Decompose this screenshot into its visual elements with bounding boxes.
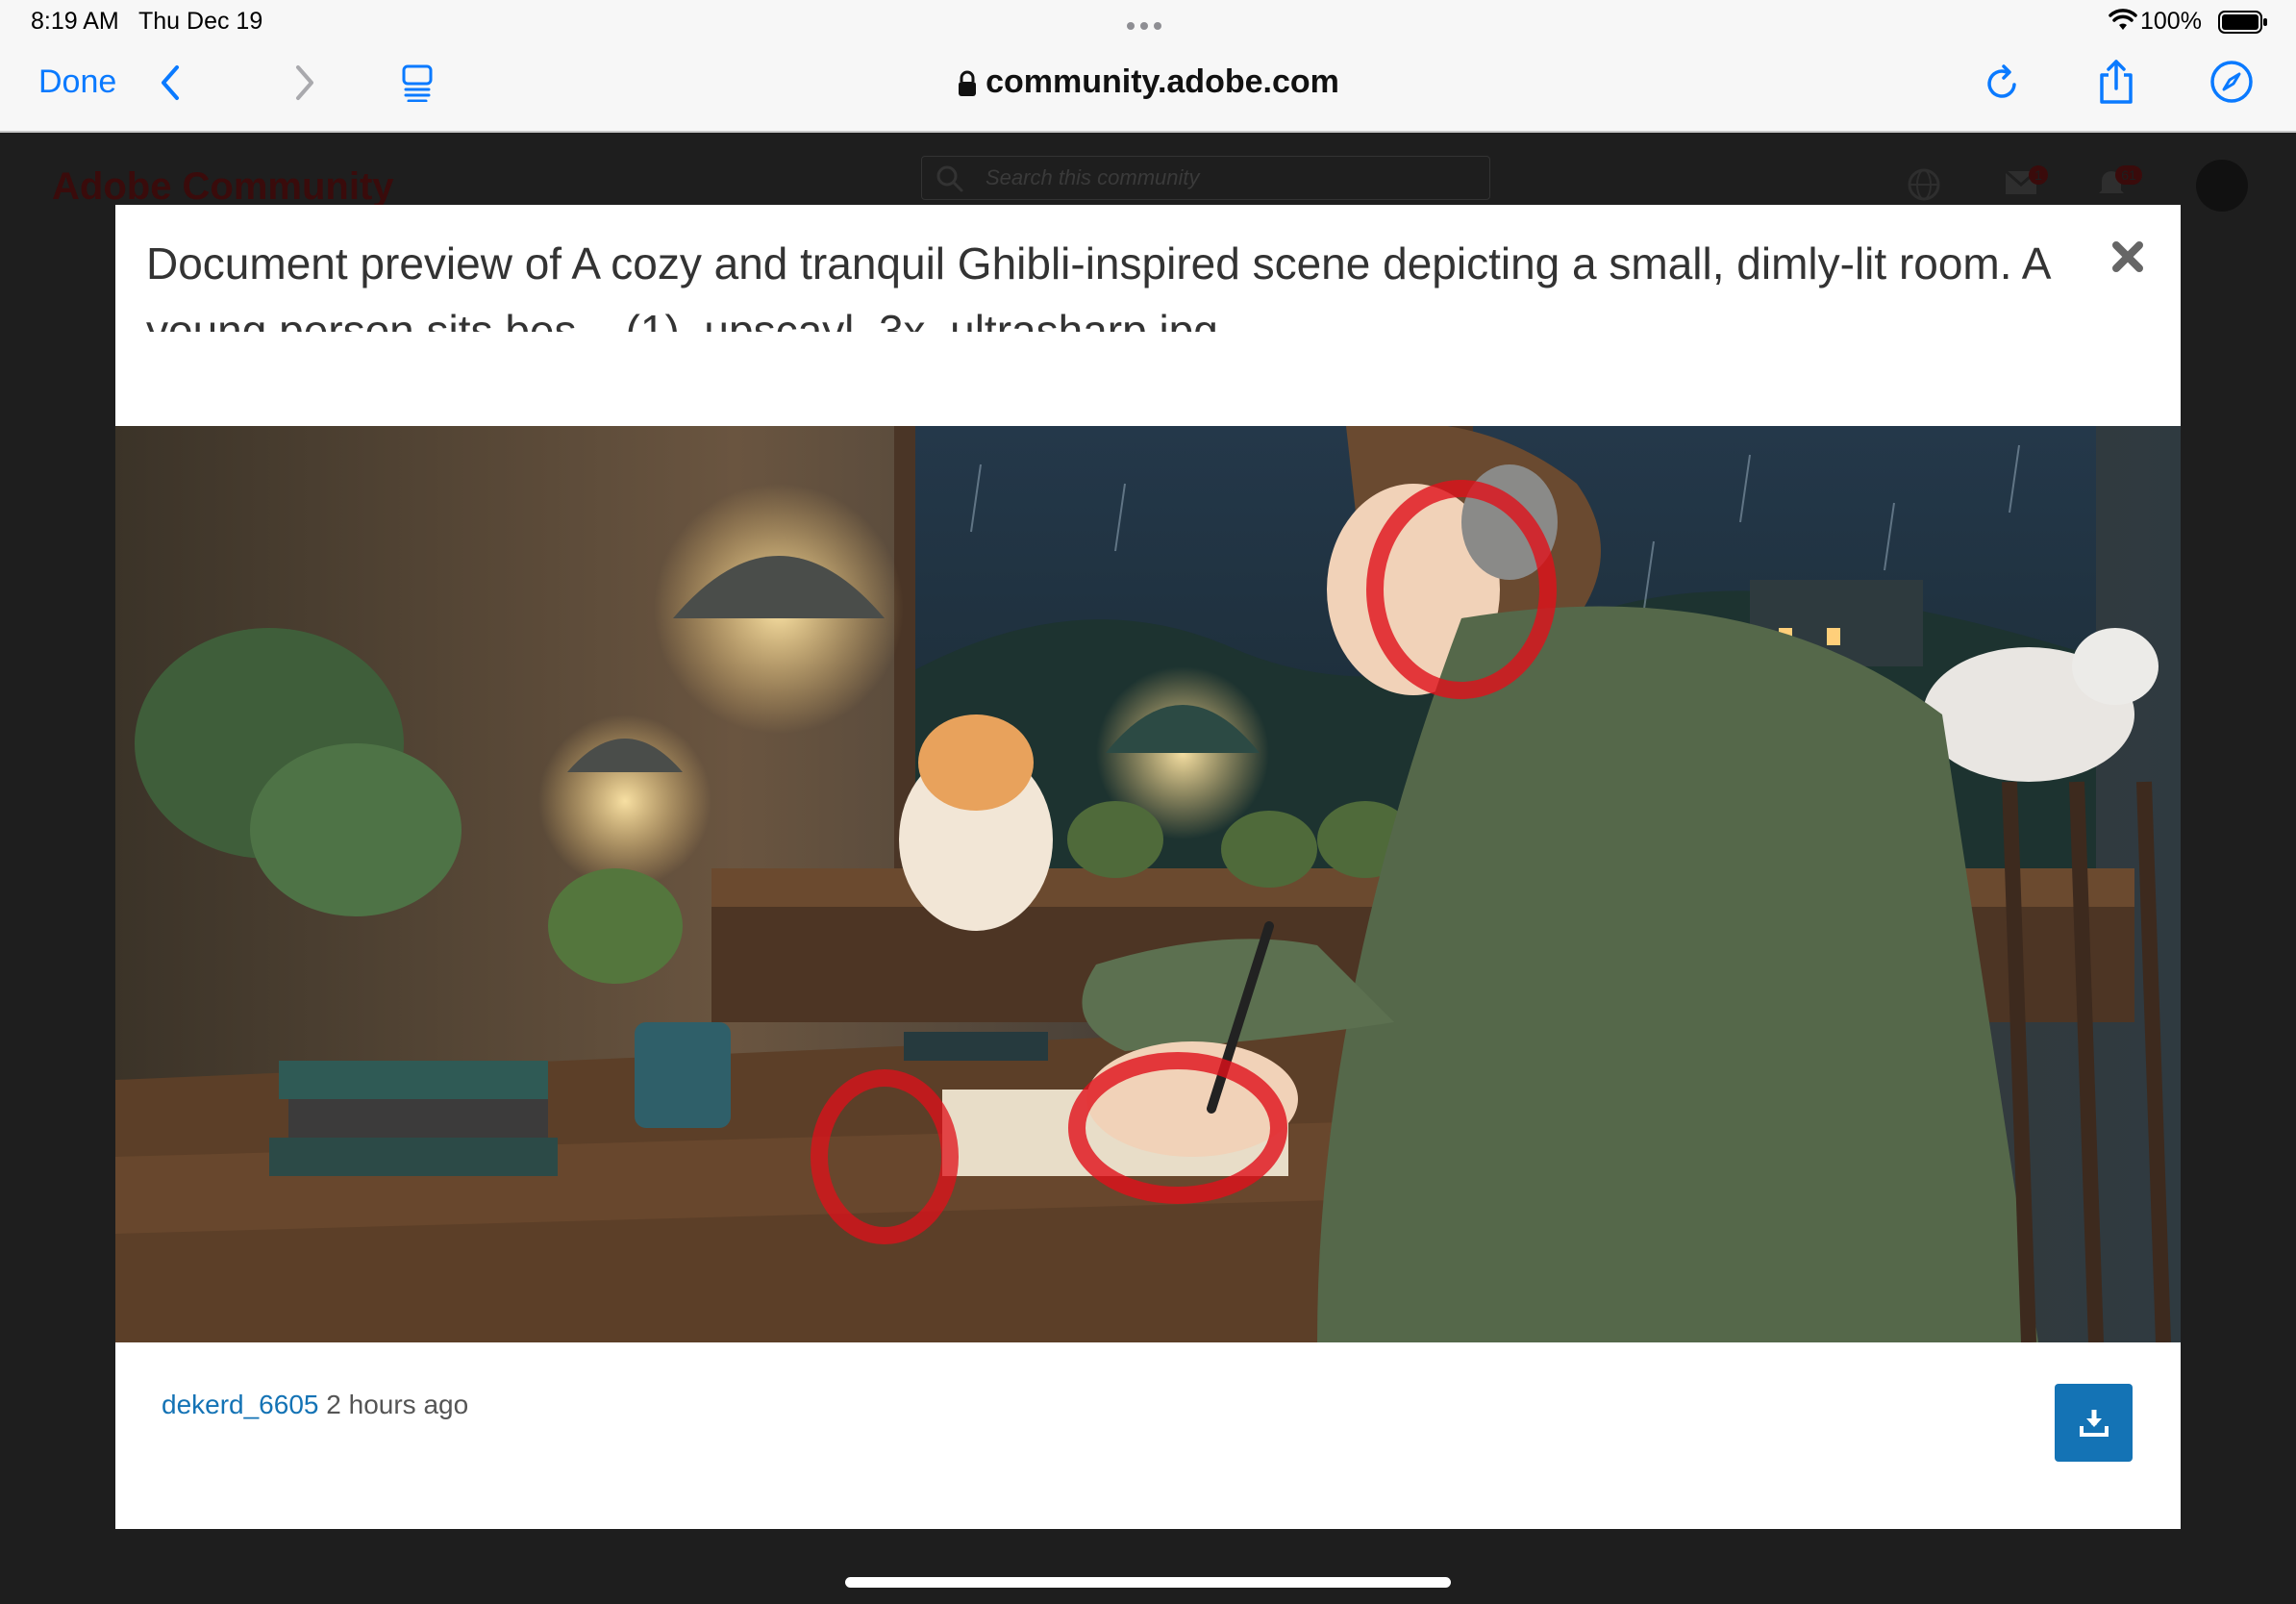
avatar[interactable] [2196,160,2248,212]
document-preview-modal: Document preview of A cozy and tranquil … [115,205,2181,1529]
share-icon[interactable] [2096,58,2136,106]
notifications-badge: 61 [2115,165,2142,185]
preview-image [115,426,2181,1342]
download-button[interactable] [2055,1384,2133,1462]
author-link[interactable]: dekerd_6605 [162,1390,318,1419]
download-icon [2080,1410,2109,1437]
site-logo: Adobe Community [52,165,394,208]
status-time: 8:19 AM [31,8,119,35]
close-icon[interactable] [2109,238,2147,276]
search-icon [936,165,963,192]
compass-icon[interactable] [2209,60,2254,104]
post-time: 2 hours ago [326,1390,469,1419]
wifi-icon [2109,9,2137,30]
post-meta: dekerd_6605 2 hours ago [162,1390,468,1420]
address-bar[interactable]: community.adobe.com [0,63,2296,101]
globe-icon[interactable] [1907,167,1941,202]
home-indicator[interactable] [845,1577,1451,1588]
browser-toolbar: Done community.adobe.com [0,44,2296,133]
status-bar: 8:19 AM Thu Dec 19 100% [0,0,2296,44]
lock-icon [959,70,977,97]
multitasking-dots-icon[interactable] [1127,17,1167,35]
title-clip [115,332,2077,426]
messages-badge: 1 [2029,165,2048,185]
reload-icon[interactable] [1984,62,2022,104]
battery-icon [2218,11,2267,34]
url-text: community.adobe.com [986,63,1339,100]
site-search-input[interactable]: Search this community [921,156,1490,200]
search-placeholder: Search this community [986,165,1200,189]
status-date: Thu Dec 19 [138,8,263,35]
battery-percent: 100% [2140,8,2202,35]
